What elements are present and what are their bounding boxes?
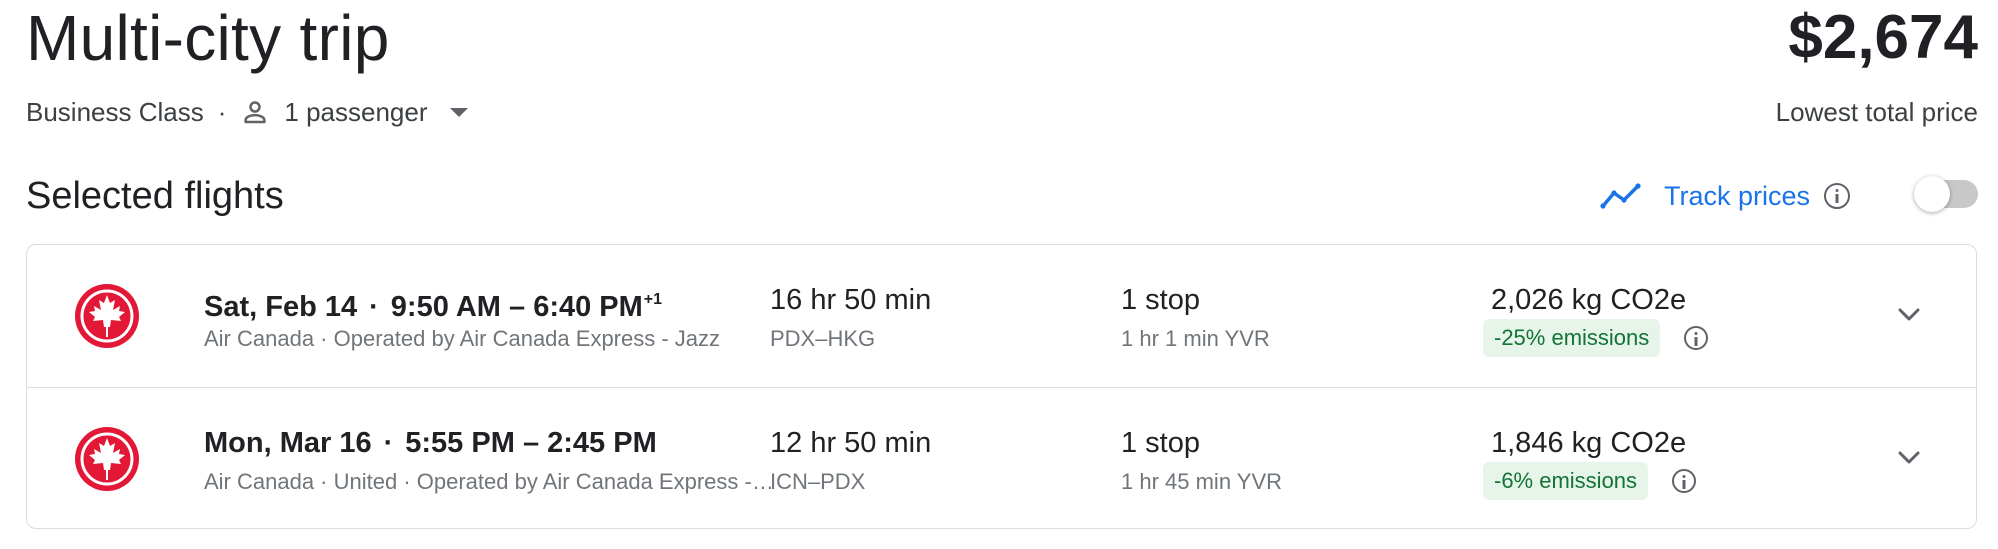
flight-route: PDX–HKG xyxy=(770,326,876,351)
flight-row[interactable]: Mon, Mar 16 · 5:55 PM – 2:45 PM Air Canada… xyxy=(27,387,1976,528)
flight-route: ICN–PDX xyxy=(770,469,866,494)
chevron-down-icon[interactable] xyxy=(1893,299,1925,331)
flight-row[interactable]: Sat, Feb 14 · 9:50 AM – 6:40 PM+1 Air Cana… xyxy=(27,245,1976,387)
person-icon xyxy=(244,101,267,124)
layover-info: 1 hr 1 min YVR xyxy=(1121,326,1270,351)
flight-duration: 12 hr 50 min xyxy=(770,427,932,459)
passenger-count: 1 passenger xyxy=(284,96,428,127)
arrive-time: 6:40 PM xyxy=(533,291,643,323)
air-canada-logo xyxy=(75,427,139,491)
emissions-info: -6% emissions xyxy=(1483,462,1697,500)
air-canada-logo xyxy=(75,284,139,348)
section-title: Selected flights xyxy=(26,175,284,217)
flight-duration: 16 hr 50 min xyxy=(770,284,932,316)
price-caption: Lowest total price xyxy=(1775,97,1978,127)
flight-date: Sat, Feb 14 xyxy=(204,291,358,323)
emissions-badge: -25% emissions xyxy=(1483,319,1661,357)
stop-count: 1 stop xyxy=(1121,427,1200,459)
stop-count: 1 stop xyxy=(1121,284,1200,316)
trend-line-icon xyxy=(1600,183,1641,209)
emissions-info: -25% emissions xyxy=(1483,319,1709,357)
layover-info: 1 hr 45 min YVR xyxy=(1121,469,1283,494)
arrive-time: 2:45 PM xyxy=(547,427,657,459)
day-offset: +1 xyxy=(643,291,663,308)
depart-time: 9:50 AM xyxy=(390,291,501,323)
time-dash: – xyxy=(522,427,540,459)
cabin-class: Business Class xyxy=(26,96,204,127)
trip-options: Business Class · 1 passenger xyxy=(26,92,468,132)
toggle-knob xyxy=(1914,176,1950,212)
time-dash: – xyxy=(508,291,526,323)
info-icon[interactable] xyxy=(1672,469,1697,493)
track-prices-label[interactable]: Track prices xyxy=(1664,181,1810,212)
total-price: $2,674 xyxy=(1788,3,1978,72)
emissions-badge: -6% emissions xyxy=(1483,462,1649,500)
co2-amount: 2,026 kg CO2e xyxy=(1491,284,1687,316)
separator-dot: · xyxy=(369,291,379,323)
airline-info: Air Canada · United · Operated by Air Ca… xyxy=(204,469,774,494)
depart-time: 5:55 PM xyxy=(405,427,515,459)
flight-times: Sat, Feb 14 · 9:50 AM – 6:40 PM+1 xyxy=(204,281,662,326)
info-icon[interactable] xyxy=(1684,326,1709,350)
chevron-down-icon[interactable] xyxy=(1893,442,1925,474)
flight-times: Mon, Mar 16 · 5:55 PM – 2:45 PM xyxy=(204,424,657,462)
separator-dot: · xyxy=(217,96,227,127)
flight-date: Mon, Mar 16 xyxy=(204,427,372,459)
track-prices[interactable]: Track prices xyxy=(1600,176,1850,216)
info-icon[interactable] xyxy=(1824,183,1850,209)
page-title: Multi-city trip xyxy=(26,2,390,74)
co2-amount: 1,846 kg CO2e xyxy=(1491,427,1687,459)
selected-flights-card: Sat, Feb 14 · 9:50 AM – 6:40 PM+1 Air Cana… xyxy=(26,244,1977,529)
passenger-selector[interactable]: 1 passenger xyxy=(240,96,468,128)
separator-dot: · xyxy=(383,427,394,459)
airline-info: Air Canada · Operated by Air Canada Expr… xyxy=(204,326,721,351)
track-prices-toggle[interactable] xyxy=(1914,176,1978,212)
caret-down-icon xyxy=(449,107,468,117)
